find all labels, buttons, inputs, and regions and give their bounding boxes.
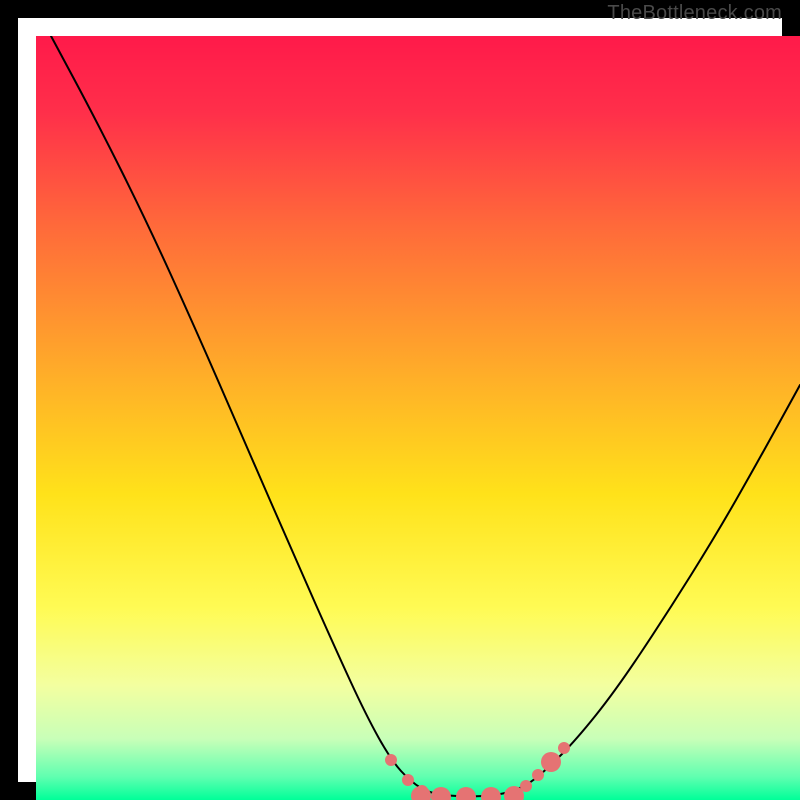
curve-marker xyxy=(558,742,570,754)
chart-plot-area xyxy=(36,36,800,800)
chart-background xyxy=(36,36,800,800)
watermark-text: TheBottleneck.com xyxy=(607,2,782,25)
chart-frame xyxy=(0,0,800,800)
curve-marker xyxy=(385,754,397,766)
curve-marker xyxy=(402,774,414,786)
curve-marker xyxy=(541,752,561,772)
curve-marker xyxy=(520,780,532,792)
chart-svg xyxy=(36,36,800,800)
curve-marker xyxy=(532,769,544,781)
